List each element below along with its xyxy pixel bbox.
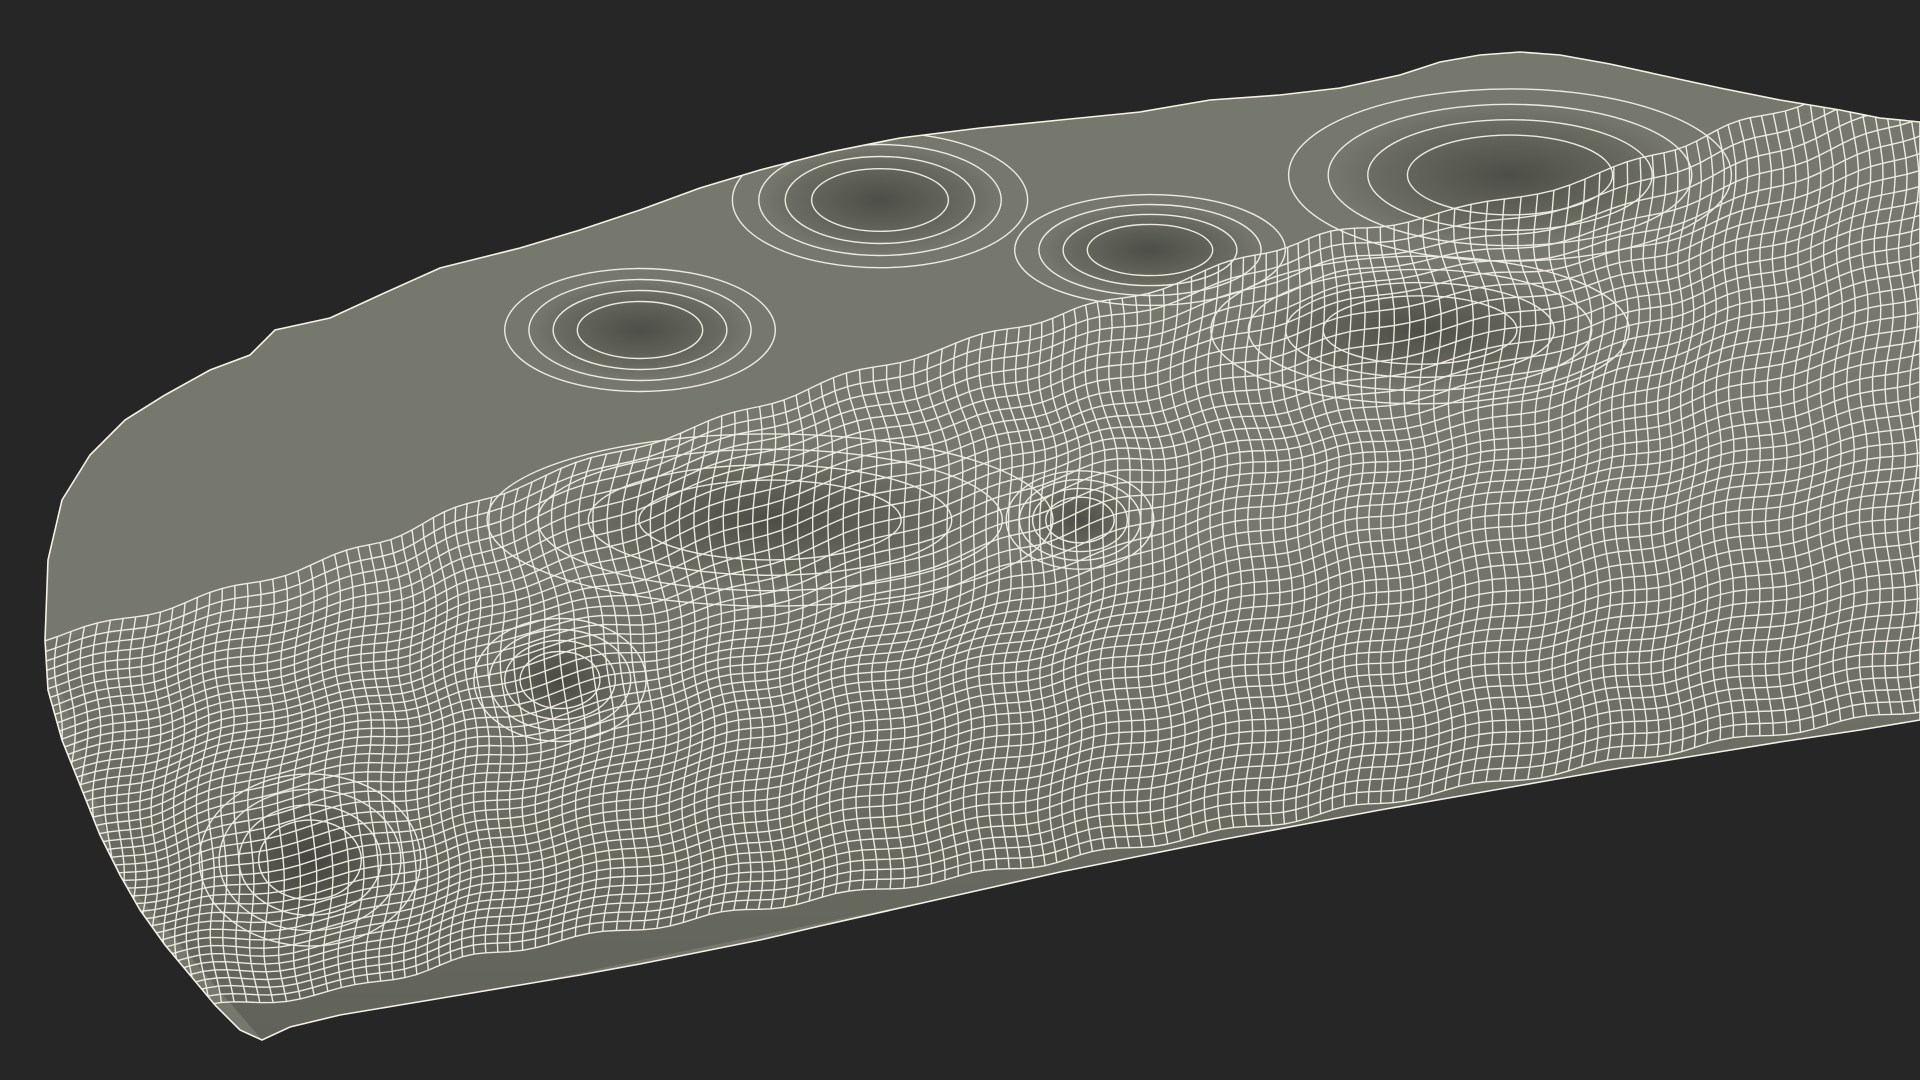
crater-4 <box>1040 205 1260 295</box>
render-viewport <box>0 0 1920 1080</box>
wireframe-mesh-render <box>0 0 1920 1080</box>
crater-1 <box>540 450 1000 590</box>
crater-6 <box>530 280 750 380</box>
crater-3 <box>1330 105 1690 245</box>
